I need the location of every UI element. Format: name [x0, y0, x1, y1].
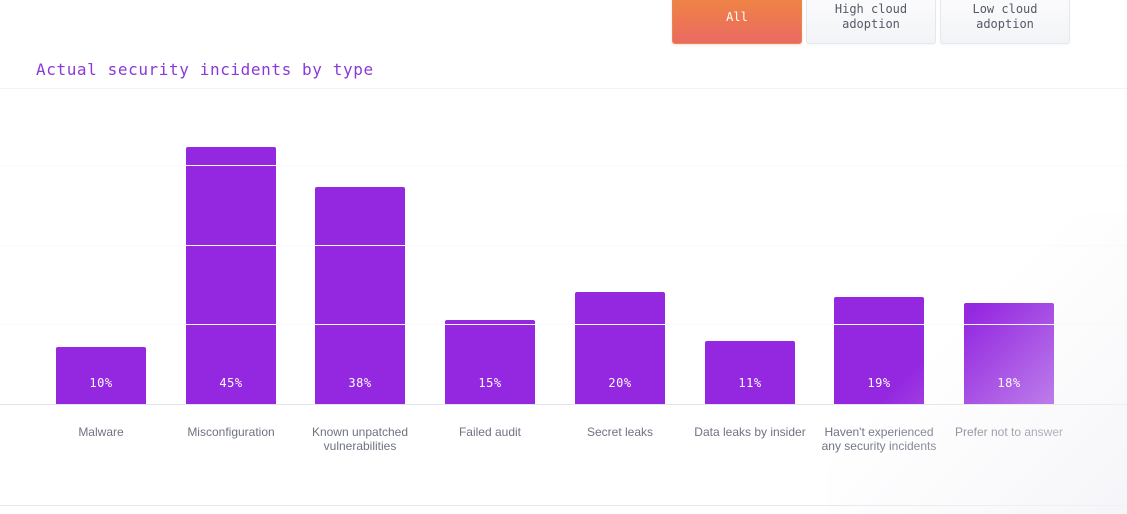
gridline-overlay — [0, 88, 1127, 89]
cloud-adoption-filter-group: All High cloud adoption Low cloud adopti… — [672, 0, 1070, 44]
gridline-overlay — [0, 165, 1127, 166]
filter-button-all[interactable]: All — [672, 0, 802, 44]
bar-havent-experienced-any-security-incidents[interactable] — [834, 297, 924, 404]
bar-secret-leaks[interactable] — [575, 292, 665, 404]
x-axis-label: Failed audit — [458, 425, 522, 439]
bar-prefer-not-to-answer[interactable] — [964, 303, 1054, 404]
x-axis-label: Haven't experienced any security inciden… — [821, 425, 937, 453]
bar-malware[interactable] — [56, 347, 146, 404]
chart-page: All High cloud adoption Low cloud adopti… — [0, 0, 1127, 514]
bar-data-leaks-by-insider[interactable] — [705, 341, 795, 404]
footer-divider — [0, 505, 1127, 506]
gridline-overlay — [0, 324, 1127, 325]
bar-failed-audit[interactable] — [445, 320, 535, 404]
bar-misconfiguration[interactable] — [186, 147, 276, 404]
x-axis-label: Data leaks by insider — [694, 425, 806, 439]
x-axis-label: Malware — [78, 425, 124, 439]
x-axis-label: Prefer not to answer — [954, 425, 1064, 439]
x-axis-label: Misconfiguration — [187, 425, 275, 439]
x-axis-label: Secret leaks — [586, 425, 654, 439]
filter-button-high-cloud-adoption[interactable]: High cloud adoption — [806, 0, 936, 44]
gridline-overlay — [0, 245, 1127, 246]
filter-button-low-cloud-adoption[interactable]: Low cloud adoption — [940, 0, 1070, 44]
bar-chart-plot-area: 10% 45% 38% 15% 20% 11% 19% 18% Malware … — [0, 0, 1127, 514]
x-axis-label: Known unpatched vulnerabilities — [311, 425, 409, 453]
bar-known-unpatched-vulnerabilities[interactable] — [315, 187, 405, 404]
x-axis-baseline — [0, 404, 1127, 405]
